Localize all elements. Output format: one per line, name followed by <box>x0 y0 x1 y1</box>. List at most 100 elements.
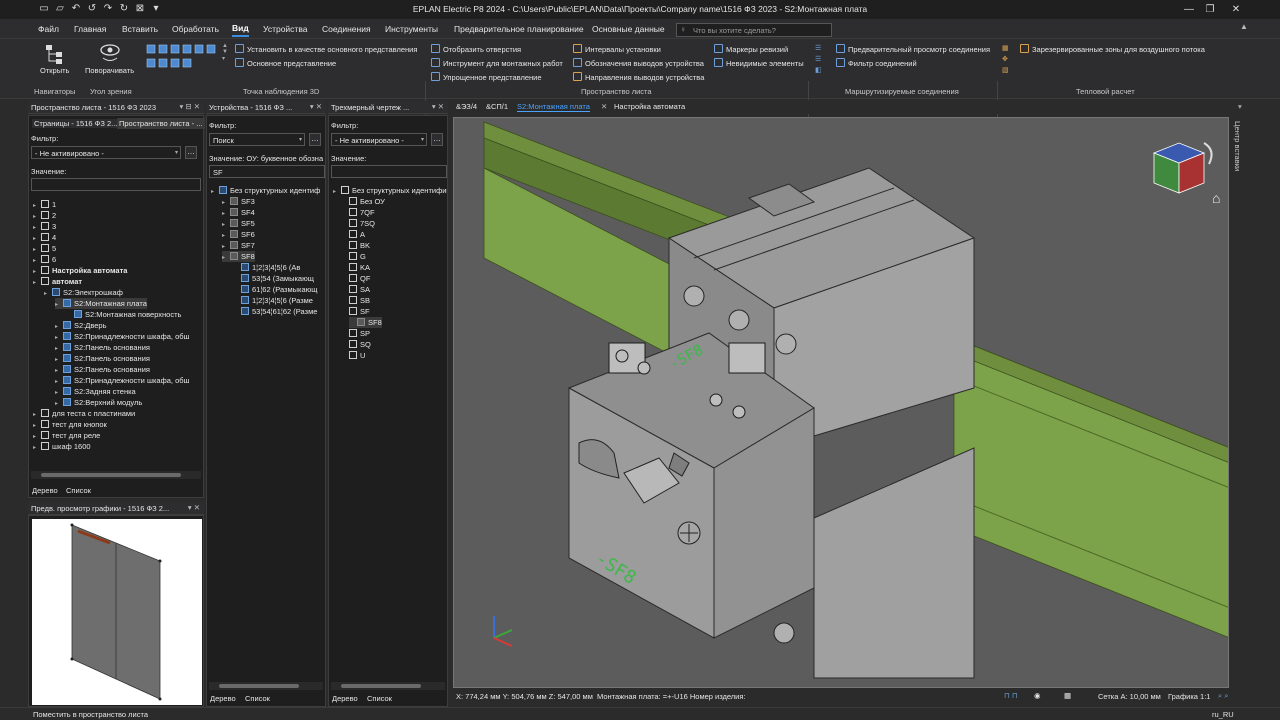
menu-insert[interactable]: Вставить <box>122 24 158 34</box>
tree-item[interactable]: KA <box>341 262 370 273</box>
tree-item[interactable]: ▸ SF8 <box>222 251 255 262</box>
tree-item[interactable]: ▸ 2 <box>33 210 56 221</box>
layout-space-panel-header[interactable]: Пространство листа - 1516 ФЗ 2023 ▾ ⊟ ✕ <box>28 101 204 114</box>
snap-icons[interactable]: ⊓ ⊓ <box>1004 691 1018 700</box>
3d-filter-select[interactable]: - Не активировано - ▾ <box>331 133 427 146</box>
devices-filter-select[interactable]: Поиск ▾ <box>209 133 305 146</box>
menu-master-data[interactable]: Основные данные <box>592 24 665 34</box>
thermal-icons[interactable]: ▦ ✥ ▧ <box>1002 43 1009 76</box>
expand-icon[interactable]: ▸ <box>33 443 41 454</box>
set-main-view-button[interactable]: Установить в качестве основного представ… <box>235 44 417 54</box>
horizontal-scrollbar[interactable] <box>31 471 201 479</box>
tree-item[interactable]: ▸ S2:Панель основания <box>55 342 150 353</box>
devices-filter-more-button[interactable]: … <box>309 133 321 146</box>
tab-list[interactable]: Список <box>66 486 91 495</box>
tree-item[interactable]: 61¦62 (Размыкающ <box>233 284 317 295</box>
3d-tab-list[interactable]: Список <box>367 694 392 703</box>
install-intervals-button[interactable]: Интервалы установки <box>573 44 661 54</box>
tree-item[interactable]: SA <box>341 284 370 295</box>
tree-item[interactable]: S2:Монтажная поверхность <box>66 309 181 320</box>
3d-tab-tree[interactable]: Дерево <box>332 694 358 703</box>
tree-item[interactable]: A <box>341 229 365 240</box>
filter-select[interactable]: - Не активировано - ▾ <box>31 146 181 159</box>
tree-item[interactable]: ▸ SF4 <box>222 207 255 218</box>
simplified-view-button[interactable]: Упрощенное представление <box>431 72 542 82</box>
3d-panel-header[interactable]: Трехмерный чертеж ... ▾ ✕ <box>328 101 448 114</box>
zoom-icons[interactable]: ⌕ ⌕ <box>1218 691 1228 701</box>
ribbon-collapse-icon[interactable]: ▲ <box>1240 22 1248 31</box>
connection-filter-button[interactable]: Фильтр соединений <box>836 58 917 68</box>
show-holes-button[interactable]: Отобразить отверстия <box>431 44 521 54</box>
expand-icon[interactable]: ▸ <box>55 300 63 311</box>
tree-item[interactable]: ▸ S2:Принадлежности шкафа, обш <box>55 331 190 342</box>
tree-item[interactable]: 1¦2¦3¦4¦5¦6 (Разме <box>233 295 313 306</box>
devices-tab-list[interactable]: Список <box>245 694 270 703</box>
tab-tree[interactable]: Дерево <box>32 486 58 495</box>
tree-item[interactable]: ▸ 1 <box>33 199 56 210</box>
tab-layout-space[interactable]: Пространство листа - ... <box>117 118 205 129</box>
tree-item[interactable]: Без ОУ <box>341 196 385 207</box>
tree-item[interactable]: ▸ S2:Задняя стенка <box>55 386 136 397</box>
grid-icon[interactable]: ▦ <box>1064 691 1071 700</box>
tree-item[interactable]: 1¦2¦3¦4¦5¦6 (Ав <box>233 262 300 273</box>
tree-item[interactable]: 7SQ <box>341 218 375 229</box>
menu-view[interactable]: Вид <box>232 23 249 37</box>
tree-item[interactable]: ▸ Без структурных идентиф <box>211 185 320 196</box>
tree-item[interactable]: ▸ S2:Принадлежности шкафа, обш <box>55 375 190 386</box>
expand-icon[interactable]: ▸ <box>33 278 41 289</box>
tree-item[interactable]: SQ <box>341 339 371 350</box>
doc-tabs-menu-icon[interactable]: ▾ <box>1238 102 1242 111</box>
expand-icon[interactable]: ▸ <box>222 253 230 264</box>
3d-horizontal-scrollbar[interactable] <box>331 682 445 690</box>
expand-icon[interactable]: ▸ <box>211 187 219 198</box>
doc-tab-close-icon[interactable]: ✕ <box>601 102 607 111</box>
routing-icons[interactable]: ☰ ☰ ◧ <box>815 43 822 76</box>
3d-value-input[interactable] <box>331 165 447 178</box>
tree-item[interactable]: ▸ 6 <box>33 254 56 265</box>
open-button[interactable]: Открыть <box>40 66 69 75</box>
right-side-panel-tab[interactable]: Центр вставки <box>1230 117 1248 688</box>
minimize-icon[interactable]: — <box>1178 2 1200 17</box>
rotate-button[interactable]: Поворачивать <box>85 66 134 75</box>
tree-item[interactable]: ▸ S2:Панель основания <box>55 353 150 364</box>
invisible-elements-button[interactable]: Невидимые элементы <box>714 58 804 68</box>
filter-more-button[interactable]: … <box>185 146 197 159</box>
close-icon[interactable]: ✕ <box>1225 2 1247 17</box>
gallery-scroll-icon[interactable]: ▲ ▼ ▾ <box>222 43 228 62</box>
tab-pages[interactable]: Страницы - 1516 ФЗ 2... <box>32 119 120 128</box>
doc-tab-e3[interactable]: &ЭЗ/4 <box>456 102 477 111</box>
devices-tab-tree[interactable]: Дерево <box>210 694 236 703</box>
menu-connections[interactable]: Соединения <box>322 24 371 34</box>
tree-item[interactable]: 53¦54 (Замыкающ <box>233 273 314 284</box>
tree-item[interactable]: ▸ 3 <box>33 221 56 232</box>
tree-item[interactable]: ▸ для теста с пластинами <box>33 408 135 419</box>
3d-filter-more-button[interactable]: … <box>431 133 443 146</box>
3d-viewport[interactable]: -SF8 -SF8 ⌂ <box>453 117 1229 688</box>
view-presets-gallery[interactable] <box>146 43 224 73</box>
menu-edit[interactable]: Обработать <box>172 24 219 34</box>
tree-item[interactable]: ▸ Без структурных идентификатор <box>333 185 447 196</box>
visibility-eye-icon[interactable]: ◉ <box>1034 691 1041 700</box>
mount-tool-button[interactable]: Инструмент для монтажных работ <box>431 58 563 68</box>
tree-item[interactable]: ▸ SF5 <box>222 218 255 229</box>
doc-tab-automat[interactable]: Настройка автомата <box>614 102 685 111</box>
tree-item[interactable]: BK <box>341 240 370 251</box>
value-input[interactable] <box>31 178 201 191</box>
home-view-icon[interactable]: ⌂ <box>1212 190 1220 206</box>
tree-item[interactable]: ▸ 5 <box>33 243 56 254</box>
graphics-preview-header[interactable]: Предв. просмотр графики - 1516 ФЗ 2... ▾… <box>28 502 204 515</box>
doc-tab-sp[interactable]: &СП/1 <box>486 102 508 111</box>
menu-devices[interactable]: Устройства <box>263 24 307 34</box>
pin-labels-button[interactable]: Обозначения выводов устройства <box>573 58 704 68</box>
devices-horizontal-scrollbar[interactable] <box>209 682 323 690</box>
tree-item[interactable]: ▸ SF6 <box>222 229 255 240</box>
restore-icon[interactable]: ❐ <box>1199 2 1221 17</box>
tree-item[interactable]: ▸ Настройка автомата <box>33 265 127 276</box>
expand-icon[interactable]: ▸ <box>44 289 52 300</box>
tree-item[interactable]: SF8 <box>349 317 382 328</box>
tree-item[interactable]: ▸ шкаф 1600 <box>33 441 91 452</box>
tree-item[interactable]: U <box>341 350 365 361</box>
navigator-tree-icon[interactable] <box>42 43 68 65</box>
tree-item[interactable]: 7QF <box>341 207 375 218</box>
tree-item[interactable]: ▸ S2:Верхний модуль <box>55 397 142 408</box>
